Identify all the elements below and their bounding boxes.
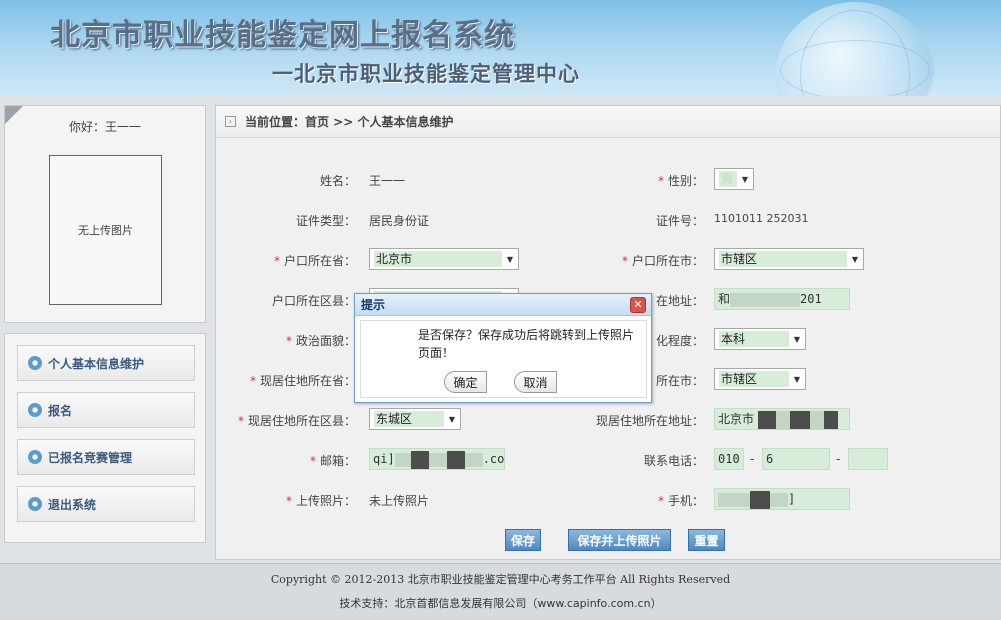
- name-value: 王一一: [369, 174, 406, 188]
- header-banner: 北京市职业技能鉴定网上报名系统 一北京市职业技能鉴定管理中心: [0, 0, 1001, 96]
- hukou-province-value: 北京市: [374, 251, 502, 267]
- political-label: * 政治面貌：: [285, 334, 356, 348]
- bullet-icon: [28, 450, 42, 464]
- chevron-down-icon: ▼: [793, 334, 801, 344]
- phone-separator: -: [750, 452, 755, 466]
- sidebar-item-label: 已报名竞赛管理: [48, 450, 133, 465]
- name-label: 姓名：: [319, 174, 356, 188]
- upload-status: 未上传照片: [369, 494, 430, 508]
- sidebar-item-label: 个人基本信息维护: [48, 356, 145, 371]
- sidebar-item-register[interactable]: 报名: [17, 392, 195, 428]
- email-input[interactable]: qi] .co: [369, 448, 505, 470]
- mobile-label: * 手机：: [657, 494, 704, 508]
- user-photo: 无上传图片: [49, 155, 162, 305]
- user-greeting: 你好：王一一: [68, 120, 141, 134]
- footer: Copyright © 2012-2013 北京市职业技能鉴定管理中心考务工作平…: [0, 563, 1001, 620]
- sidebar-item-registered-contests[interactable]: 已报名竞赛管理: [17, 439, 195, 475]
- save-button[interactable]: 保存: [505, 529, 541, 551]
- copyright-text: Copyright © 2012-2013 北京市职业技能鉴定管理中心考务工作平…: [270, 573, 731, 586]
- residence-province-label: * 现居住地所在省：: [249, 374, 356, 388]
- phone-area-input[interactable]: 010: [714, 448, 744, 470]
- chevron-down-icon: ▼: [793, 374, 801, 384]
- residence-county-value: 东城区: [374, 411, 444, 427]
- idno-label: 证件号：: [655, 214, 704, 228]
- hukou-city-value: 市辖区: [719, 251, 847, 267]
- idtype-value: 居民身份证: [369, 214, 430, 228]
- phone-separator-2: -: [836, 452, 841, 466]
- gender-label: * 性别：: [657, 174, 704, 188]
- hukou-county-label: 户口所在区县：: [271, 294, 356, 308]
- photo-placeholder-text: 无上传图片: [78, 224, 133, 237]
- confirm-dialog: 提示 ✕ 是否保存？保存成功后将跳转到上传照片页面！ 确定 取消: [354, 293, 652, 403]
- breadcrumb-text: 当前位置：首页 >> 个人基本信息维护: [245, 115, 454, 129]
- residence-county-select[interactable]: 东城区 ▼: [369, 408, 461, 430]
- dialog-message: 是否保存？保存成功后将跳转到上传照片页面！: [418, 328, 635, 360]
- email-label: * 邮箱：: [309, 454, 356, 468]
- user-panel: 你好：王一一 无上传图片: [4, 105, 206, 323]
- chevron-down-icon: ▼: [851, 254, 859, 264]
- reset-button[interactable]: 重置: [688, 529, 725, 551]
- idtype-label: 证件类型：: [295, 214, 356, 228]
- save-and-upload-button[interactable]: 保存并上传照片: [568, 529, 671, 551]
- hukou-address-input[interactable]: 和 201: [714, 288, 850, 310]
- phone-number-input[interactable]: 6: [762, 448, 830, 470]
- education-select[interactable]: 本科 ▼: [714, 328, 806, 350]
- sidebar-menu: 个人基本信息维护 报名 已报名竞赛管理 退出系统: [4, 333, 206, 543]
- dialog-body: 是否保存？保存成功后将跳转到上传照片页面！ 确定 取消: [360, 320, 647, 398]
- sidebar-item-logout[interactable]: 退出系统: [17, 486, 195, 522]
- phone-extension-input[interactable]: [848, 448, 888, 470]
- globe-latitude: [780, 40, 930, 96]
- sidebar-item-profile[interactable]: 个人基本信息维护: [17, 345, 195, 381]
- chevron-down-icon: ▼: [506, 254, 514, 264]
- gender-select-value: 男: [719, 171, 737, 187]
- mobile-input[interactable]: ]: [714, 488, 850, 510]
- sidebar-item-label: 退出系统: [48, 497, 97, 512]
- idno-value: 1101011 252031: [714, 212, 809, 225]
- hukou-province-label: * 户口所在省：: [273, 254, 356, 268]
- breadcrumb: › 当前位置：首页 >> 个人基本信息维护: [216, 106, 1000, 138]
- education-value: 本科: [719, 331, 789, 347]
- system-subtitle: 一北京市职业技能鉴定管理中心: [272, 62, 580, 86]
- hukou-city-select[interactable]: 市辖区 ▼: [714, 248, 864, 270]
- bullet-icon: [28, 497, 42, 511]
- close-icon[interactable]: ✕: [630, 297, 646, 313]
- cancel-button[interactable]: 取消: [514, 371, 557, 393]
- bullet-icon: [28, 403, 42, 417]
- residence-city-select[interactable]: 市辖区 ▼: [714, 368, 806, 390]
- dialog-title: 提示: [355, 294, 651, 316]
- tech-support-text: 技术支持：北京首都信息发展有限公司（www.capinfo.com.cn）: [339, 597, 662, 610]
- gender-select[interactable]: 男 ▼: [714, 168, 754, 190]
- bullet-icon: [28, 356, 42, 370]
- system-title: 北京市职业技能鉴定网上报名系统: [50, 18, 515, 53]
- breadcrumb-arrow-icon: ›: [225, 116, 236, 127]
- residence-address-input[interactable]: 北京市: [714, 408, 850, 430]
- hukou-city-label: * 户口所在市：: [621, 254, 704, 268]
- chevron-down-icon: ▼: [448, 414, 456, 424]
- hukou-province-select[interactable]: 北京市 ▼: [369, 248, 519, 270]
- confirm-button[interactable]: 确定: [444, 371, 487, 393]
- phone-label: 联系电话：: [643, 454, 704, 468]
- upload-label: * 上传照片：: [285, 494, 356, 508]
- chevron-down-icon: ▼: [741, 174, 749, 184]
- residence-address-label: 现居住地所在地址：: [595, 414, 704, 428]
- residence-city-value: 市辖区: [719, 371, 789, 387]
- residence-county-label: * 现居住地所在区县：: [237, 414, 356, 428]
- sidebar-item-label: 报名: [48, 403, 73, 418]
